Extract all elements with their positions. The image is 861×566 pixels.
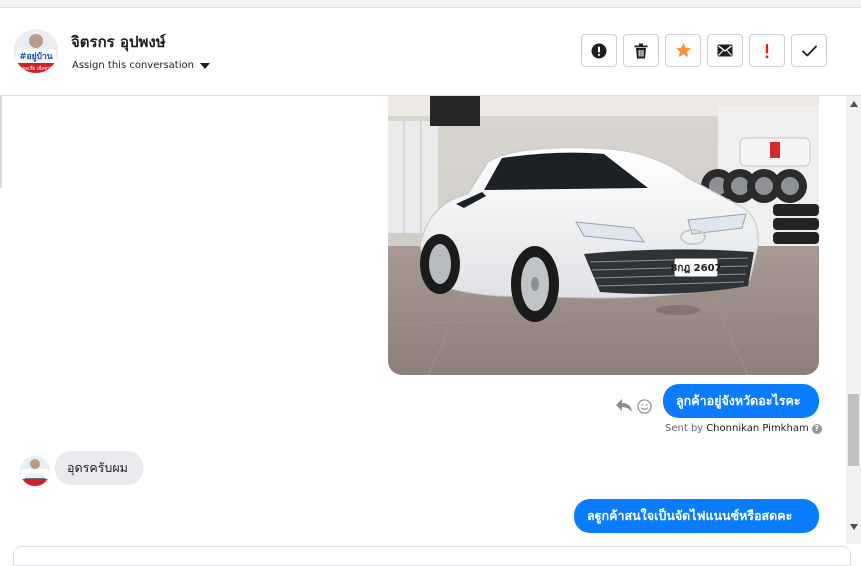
- message-bubble-outgoing[interactable]: ลูกค้าอยู่จังหวัดอะไรคะ: [663, 384, 819, 418]
- mark-spam-button[interactable]: [581, 34, 617, 67]
- sent-by-agent[interactable]: Chonnikan Pimkham: [706, 423, 808, 434]
- scroll-down-arrow-icon[interactable]: [850, 524, 858, 530]
- mark-done-button[interactable]: [791, 34, 827, 67]
- contact-avatar[interactable]: #อยู่บ้าน หยุดเชื้อ เพื่อชาติ: [14, 29, 58, 73]
- avatar-logo-subtext: หยุดเชื้อ เพื่อชาติ: [20, 65, 53, 72]
- star-icon: [675, 42, 691, 58]
- exclamation-circle-icon: [591, 43, 607, 58]
- star-button[interactable]: [665, 34, 701, 67]
- message-image[interactable]: 8กฎ 2607: [388, 96, 819, 375]
- avatar-logo-text: #อยู่บ้าน: [19, 51, 52, 62]
- delete-button[interactable]: [623, 34, 659, 67]
- caret-down-icon: [199, 62, 210, 69]
- contact-name: จิตรกร อุปพงษ์: [71, 33, 166, 51]
- question-icon[interactable]: ?: [811, 423, 822, 434]
- scroll-up-arrow-icon[interactable]: [850, 101, 858, 107]
- emoji-icon[interactable]: [637, 399, 652, 414]
- check-icon: [801, 45, 817, 56]
- message-thread[interactable]: 8กฎ 2607 ลูกค้าอยู่จังหวัดอะไรคะ Sent by…: [3, 96, 846, 544]
- conversation-header: #อยู่บ้าน หยุดเชื้อ เพื่อชาติ จิตรกร อุป…: [0, 8, 861, 96]
- assign-label: Assign this conversation: [72, 60, 194, 71]
- follow-up-button[interactable]: [749, 34, 785, 67]
- scrollbar-thumb[interactable]: [848, 394, 859, 466]
- left-rail: [0, 96, 2, 188]
- exclamation-icon: [765, 43, 769, 58]
- message-bubble-outgoing[interactable]: ลฐูกค้าสนใจเป็นจัดไฟแนนซ์หรือสดคะ: [574, 499, 819, 533]
- conversation-actions: [581, 34, 827, 67]
- contact-avatar-small[interactable]: [20, 456, 50, 486]
- reply-icon[interactable]: [615, 398, 633, 413]
- top-strip: [0, 0, 861, 8]
- scrollbar[interactable]: [846, 96, 861, 544]
- mark-unread-button[interactable]: [707, 34, 743, 67]
- envelope-icon: [717, 44, 733, 57]
- license-plate: 8กฎ 2607: [670, 263, 721, 274]
- message-bubble-incoming[interactable]: อุดรครับผม: [55, 451, 143, 485]
- sent-by-line: Sent by Chonnikan Pimkham ?: [665, 423, 822, 434]
- trash-icon: [634, 43, 648, 58]
- assign-conversation-dropdown[interactable]: Assign this conversation: [72, 60, 210, 71]
- sent-by-prefix: Sent by: [665, 423, 704, 434]
- message-composer[interactable]: [13, 546, 851, 566]
